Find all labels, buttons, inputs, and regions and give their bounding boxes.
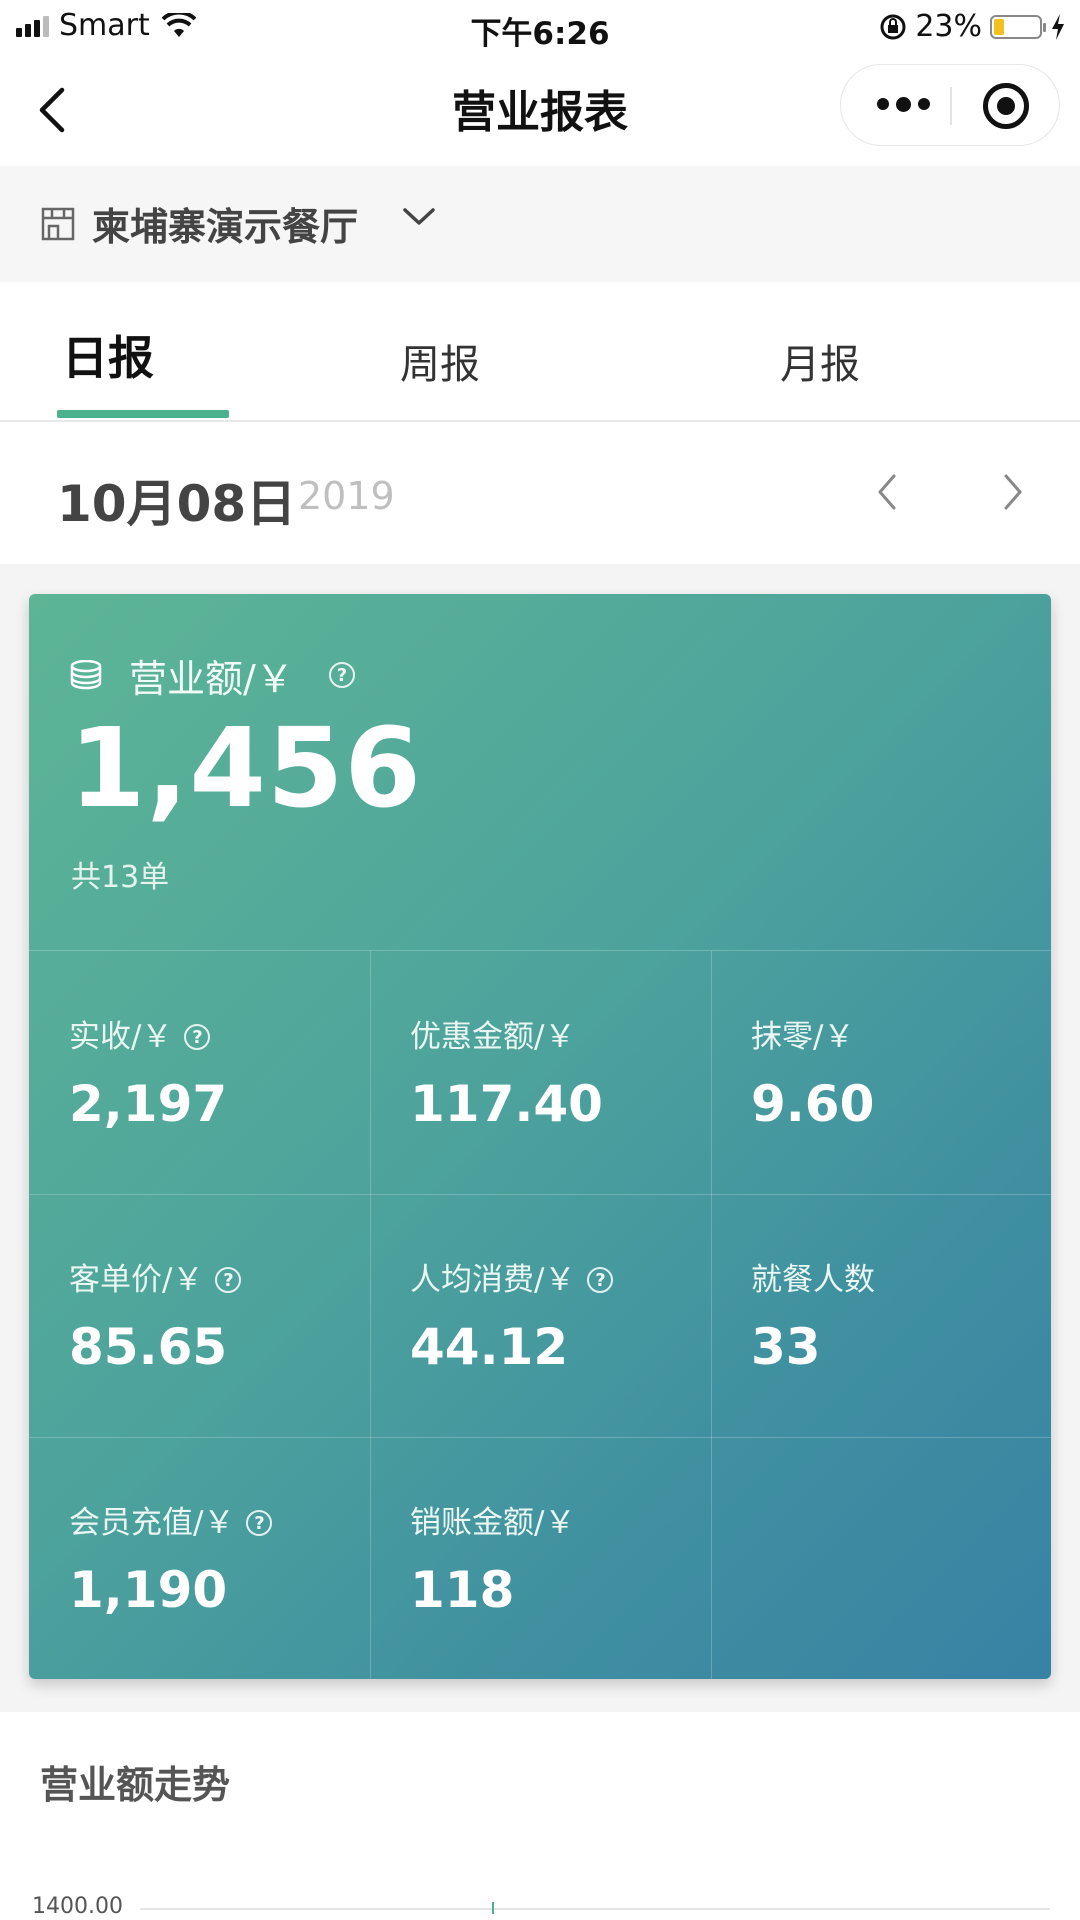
more-dots-icon[interactable] <box>877 96 930 112</box>
revenue-label: 营业额/￥ <box>129 657 294 701</box>
help-icon[interactable]: ? <box>329 662 355 688</box>
metric-value: 117.40 <box>410 1075 603 1133</box>
nav-bar: 营业报表 <box>0 54 1080 164</box>
metric-actual-received: 实收/￥? 2,197 <box>29 951 369 1193</box>
metric-write-off: 销账金额/￥ 118 <box>370 1437 710 1679</box>
metric-avg-order: 客单价/￥? 85.65 <box>29 1194 369 1436</box>
rotation-lock-icon <box>880 14 906 39</box>
metric-value: 33 <box>751 1318 821 1376</box>
active-tab-indicator <box>57 410 229 418</box>
metric-label-text: 实收/￥ <box>69 1019 173 1055</box>
metric-label-text: 会员充值/￥ <box>69 1505 235 1541</box>
tab-weekly[interactable]: 周报 <box>400 282 520 420</box>
revenue-trend-section: 营业额走势 1400.00 <box>0 1712 1080 1920</box>
chart-gridline <box>140 1908 1050 1910</box>
metric-label: 就餐人数 <box>751 1262 875 1298</box>
mini-program-capsule <box>840 64 1060 146</box>
battery-level <box>994 18 1004 35</box>
summary-card: 营业额/￥ ? 1,456 共13单 实收/￥? 2,197 优惠金额/￥ 11… <box>29 594 1051 1679</box>
help-icon[interactable]: ? <box>246 1509 273 1536</box>
metric-label: 实收/￥? <box>69 1011 211 1056</box>
tab-label: 日报 <box>62 331 154 385</box>
order-count: 共13单 <box>71 860 170 895</box>
metric-label: 会员充值/￥? <box>69 1497 273 1542</box>
charging-icon <box>1052 13 1064 40</box>
capsule-divider <box>950 87 952 125</box>
chevron-down-icon[interactable] <box>402 206 436 228</box>
status-bar: Smart 下午6:26 23% <box>0 0 1080 54</box>
metric-value: 44.12 <box>410 1318 569 1376</box>
date-row: 10月08日 2019 <box>0 422 1080 564</box>
report-year: 2019 <box>298 474 395 518</box>
store-icon <box>41 207 75 241</box>
report-tabs: 日报 周报 月报 <box>0 282 1080 422</box>
metric-value: 118 <box>410 1561 515 1619</box>
metric-member-recharge: 会员充值/￥? 1,190 <box>29 1437 369 1679</box>
metric-label-text: 人均消费/￥ <box>410 1262 576 1298</box>
metric-value: 9.60 <box>751 1075 875 1133</box>
metric-discount: 优惠金额/￥ 117.40 <box>370 951 710 1193</box>
report-date: 10月08日 <box>57 475 297 533</box>
tab-label: 月报 <box>780 342 860 388</box>
battery-icon <box>990 14 1046 39</box>
y-axis-tick-label: 1400.00 <box>32 1894 123 1919</box>
status-right: 23% <box>879 9 1066 44</box>
next-day-icon[interactable] <box>998 472 1028 512</box>
previous-day-icon[interactable] <box>872 472 902 512</box>
tab-monthly[interactable]: 月报 <box>780 282 900 420</box>
revenue-section: 营业额/￥ ? 1,456 共13单 <box>29 594 1051 950</box>
store-name: 柬埔寨演示餐厅 <box>92 205 359 249</box>
metric-value: 2,197 <box>69 1075 228 1133</box>
metric-per-capita: 人均消费/￥? 44.12 <box>370 1194 710 1436</box>
help-icon[interactable]: ? <box>184 1023 211 1050</box>
help-icon[interactable]: ? <box>215 1266 242 1293</box>
metric-label: 人均消费/￥? <box>410 1254 614 1299</box>
metric-label-text: 客单价/￥ <box>69 1262 204 1298</box>
metric-rounding: 抹零/￥ 9.60 <box>711 951 1051 1193</box>
metric-label: 抹零/￥ <box>751 1019 855 1055</box>
metric-value: 1,190 <box>69 1561 228 1619</box>
metrics-grid: 实收/￥? 2,197 优惠金额/￥ 117.40 抹零/￥ 9.60 客单价/… <box>29 950 1051 1679</box>
store-selector[interactable]: 柬埔寨演示餐厅 <box>0 166 1080 282</box>
metric-label: 客单价/￥? <box>69 1254 242 1299</box>
chart-marker <box>492 1902 494 1914</box>
metric-value: 85.65 <box>69 1318 228 1376</box>
battery-percent: 23% <box>915 9 982 44</box>
target-icon[interactable] <box>983 83 1029 129</box>
tab-label: 周报 <box>400 342 480 388</box>
section-title: 营业额走势 <box>40 1763 231 1807</box>
coins-icon <box>70 660 102 690</box>
metric-label: 销账金额/￥ <box>410 1505 576 1541</box>
revenue-value: 1,456 <box>69 704 422 832</box>
help-icon[interactable]: ? <box>587 1266 614 1293</box>
metric-diners: 就餐人数 33 <box>711 1194 1051 1436</box>
metric-label: 优惠金额/￥ <box>410 1019 576 1055</box>
tab-daily[interactable]: 日报 <box>57 282 229 420</box>
